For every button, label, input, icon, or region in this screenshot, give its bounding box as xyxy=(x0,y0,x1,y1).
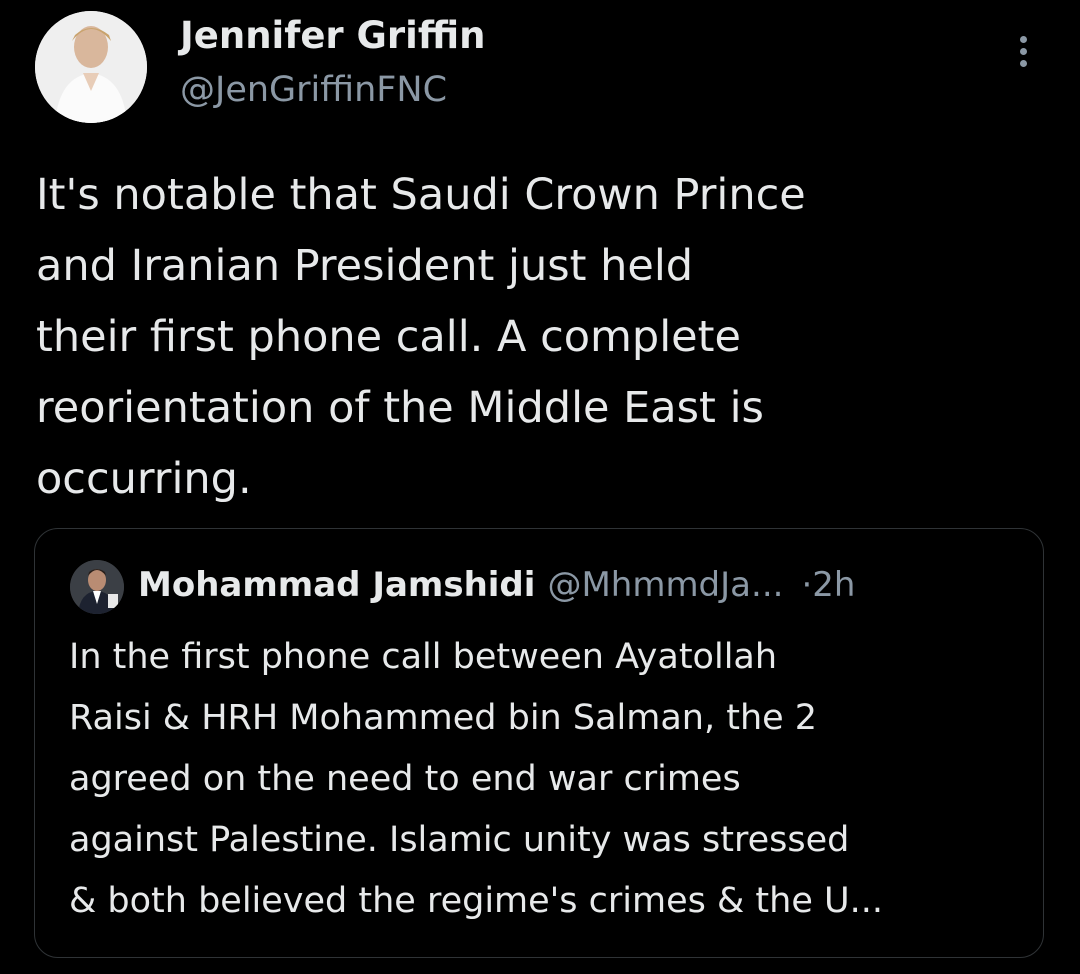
quoted-author-name[interactable]: Mohammad Jamshidi xyxy=(138,565,535,605)
quoted-text-line: & both believed the regime's crimes & th… xyxy=(69,881,883,921)
quoted-text-line: Raisi & HRH Mohammed bin Salman, the 2 xyxy=(69,698,818,738)
quoted-separator: · xyxy=(801,565,813,605)
tweet-text-line: occurring. xyxy=(36,454,252,504)
quoted-author-avatar[interactable] xyxy=(70,560,124,614)
tweet-text: It's notable that Saudi Crown Prince and… xyxy=(36,160,996,515)
profile-photo-icon xyxy=(35,11,147,123)
quoted-timestamp[interactable]: 2h xyxy=(812,565,855,605)
author-avatar[interactable] xyxy=(35,11,147,123)
quoted-text-line: In the first phone call between Ayatolla… xyxy=(69,637,778,677)
author-name[interactable]: Jennifer Griffin xyxy=(180,14,485,57)
author-handle[interactable]: @JenGriffinFNC xyxy=(180,70,447,110)
quoted-author-handle[interactable]: @MhmmdJa... xyxy=(547,565,783,605)
quoted-text-line: agreed on the need to end war crimes xyxy=(69,759,741,799)
more-options-icon[interactable] xyxy=(1008,36,1038,76)
quoted-text-line: against Palestine. Islamic unity was str… xyxy=(69,820,850,860)
tweet: Jennifer Griffin @JenGriffinFNC It's not… xyxy=(0,0,1080,974)
quoted-tweet[interactable]: Mohammad Jamshidi @MhmmdJa... ·2h In the f… xyxy=(34,528,1044,958)
tweet-text-line: reorientation of the Middle East is xyxy=(36,383,764,433)
tweet-text-line: and Iranian President just held xyxy=(36,241,694,291)
tweet-text-line: their first phone call. A complete xyxy=(36,312,741,362)
profile-photo-icon xyxy=(70,560,124,614)
quoted-tweet-header: Mohammad Jamshidi @MhmmdJa... ·2h xyxy=(138,565,855,605)
quoted-tweet-text: In the first phone call between Ayatolla… xyxy=(69,627,1029,932)
tweet-text-line: It's notable that Saudi Crown Prince xyxy=(36,170,806,220)
